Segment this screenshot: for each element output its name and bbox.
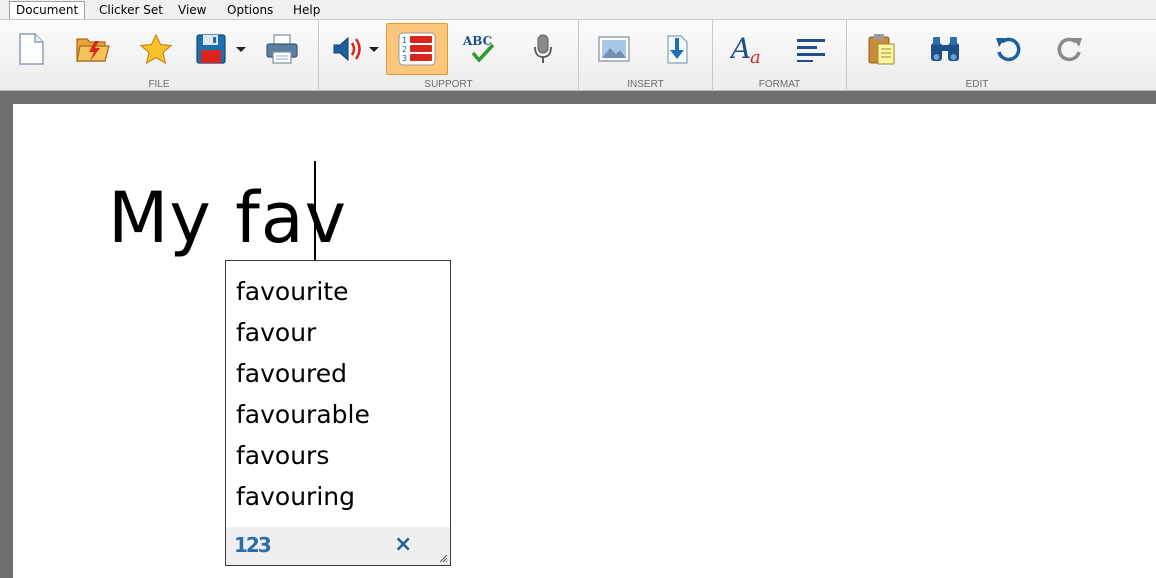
prediction-word[interactable]: favouring xyxy=(236,482,355,512)
paste-button[interactable] xyxy=(856,23,906,75)
resize-grip-icon[interactable] xyxy=(438,553,448,563)
svg-text:A: A xyxy=(730,32,751,65)
tab-options[interactable]: Options xyxy=(221,2,279,19)
voice-notes-button[interactable] xyxy=(518,23,568,75)
word-predictor-button[interactable]: 1 2 3 xyxy=(386,23,448,75)
insert-file-button[interactable] xyxy=(652,23,702,75)
menu-bar: Document Clicker Set View Options Help xyxy=(0,0,1156,20)
save-dropdown-arrow[interactable] xyxy=(236,47,246,52)
alignment-button[interactable] xyxy=(786,23,836,75)
support-group: 1 2 3 ABC SUPPORT xyxy=(319,20,579,91)
open-folder-icon xyxy=(76,38,110,62)
spell-check-icon: ABC xyxy=(462,34,495,63)
tab-help[interactable]: Help xyxy=(287,2,326,19)
document-text[interactable]: My fav xyxy=(108,178,347,258)
support-group-label: SUPPORT xyxy=(424,79,473,90)
toolbar-ribbon: FILE 1 2 3 ABC SUPPORT INSERT A a FORMAT… xyxy=(0,19,1156,91)
open-document-button[interactable] xyxy=(68,23,118,75)
format-group: A a FORMAT xyxy=(713,20,847,91)
clipboard-icon xyxy=(868,34,895,65)
file-group: FILE xyxy=(0,20,319,91)
spell-check-button[interactable]: ABC xyxy=(454,23,504,75)
picture-icon xyxy=(598,36,630,62)
print-button[interactable] xyxy=(257,23,307,75)
align-left-icon xyxy=(797,39,825,62)
font-button[interactable]: A a xyxy=(723,23,773,75)
save-button[interactable] xyxy=(186,23,236,75)
new-document-button[interactable] xyxy=(6,23,56,75)
speech-dropdown-arrow[interactable] xyxy=(369,47,379,52)
file-group-label: FILE xyxy=(148,79,170,90)
save-disk-icon xyxy=(196,34,226,64)
edit-group: EDIT xyxy=(847,20,1107,91)
new-document-icon xyxy=(19,33,44,65)
svg-text:ABC: ABC xyxy=(462,34,492,48)
microphone-icon xyxy=(534,34,552,63)
edit-group-label: EDIT xyxy=(965,79,989,90)
svg-text:1: 1 xyxy=(402,36,407,45)
svg-text:2: 2 xyxy=(402,45,407,54)
word-prediction-popup: favourite favour favoured favourable fav… xyxy=(225,260,451,566)
undo-icon xyxy=(996,37,1021,62)
redo-button[interactable] xyxy=(1045,23,1095,75)
tab-clicker-set[interactable]: Clicker Set xyxy=(93,2,169,19)
insert-group-label: INSERT xyxy=(627,79,664,90)
favourites-button[interactable] xyxy=(131,23,181,75)
svg-text:a: a xyxy=(750,47,761,66)
prediction-footer: 123 × xyxy=(226,527,450,565)
insert-picture-button[interactable] xyxy=(589,23,639,75)
prediction-word[interactable]: favourable xyxy=(236,400,370,430)
number-keys-icon[interactable]: 123 xyxy=(234,533,272,557)
prediction-word[interactable]: favoured xyxy=(236,359,347,389)
prediction-word[interactable]: favour xyxy=(236,318,316,348)
prediction-word[interactable]: favours xyxy=(236,441,329,471)
star-icon xyxy=(139,33,173,65)
text-cursor xyxy=(314,161,316,261)
prediction-word[interactable]: favourite xyxy=(236,277,348,307)
close-icon[interactable]: × xyxy=(394,532,412,557)
binoculars-icon xyxy=(931,37,959,61)
word-prediction-list-icon: 1 2 3 xyxy=(398,32,436,66)
font-icon: A a xyxy=(730,32,761,66)
redo-icon xyxy=(1057,37,1082,62)
undo-button[interactable] xyxy=(983,23,1033,75)
insert-arrow-icon xyxy=(667,35,688,64)
speech-button[interactable] xyxy=(323,23,373,75)
format-group-label: FORMAT xyxy=(758,79,801,90)
document-page[interactable]: My fav xyxy=(13,104,1156,578)
speaker-icon xyxy=(333,36,361,62)
tab-document[interactable]: Document xyxy=(9,1,86,20)
find-button[interactable] xyxy=(920,23,970,75)
svg-text:3: 3 xyxy=(402,54,407,63)
document-frame: My fav xyxy=(0,91,1156,578)
insert-group: INSERT xyxy=(579,20,713,91)
tab-view[interactable]: View xyxy=(172,2,212,19)
printer-icon xyxy=(266,34,298,64)
